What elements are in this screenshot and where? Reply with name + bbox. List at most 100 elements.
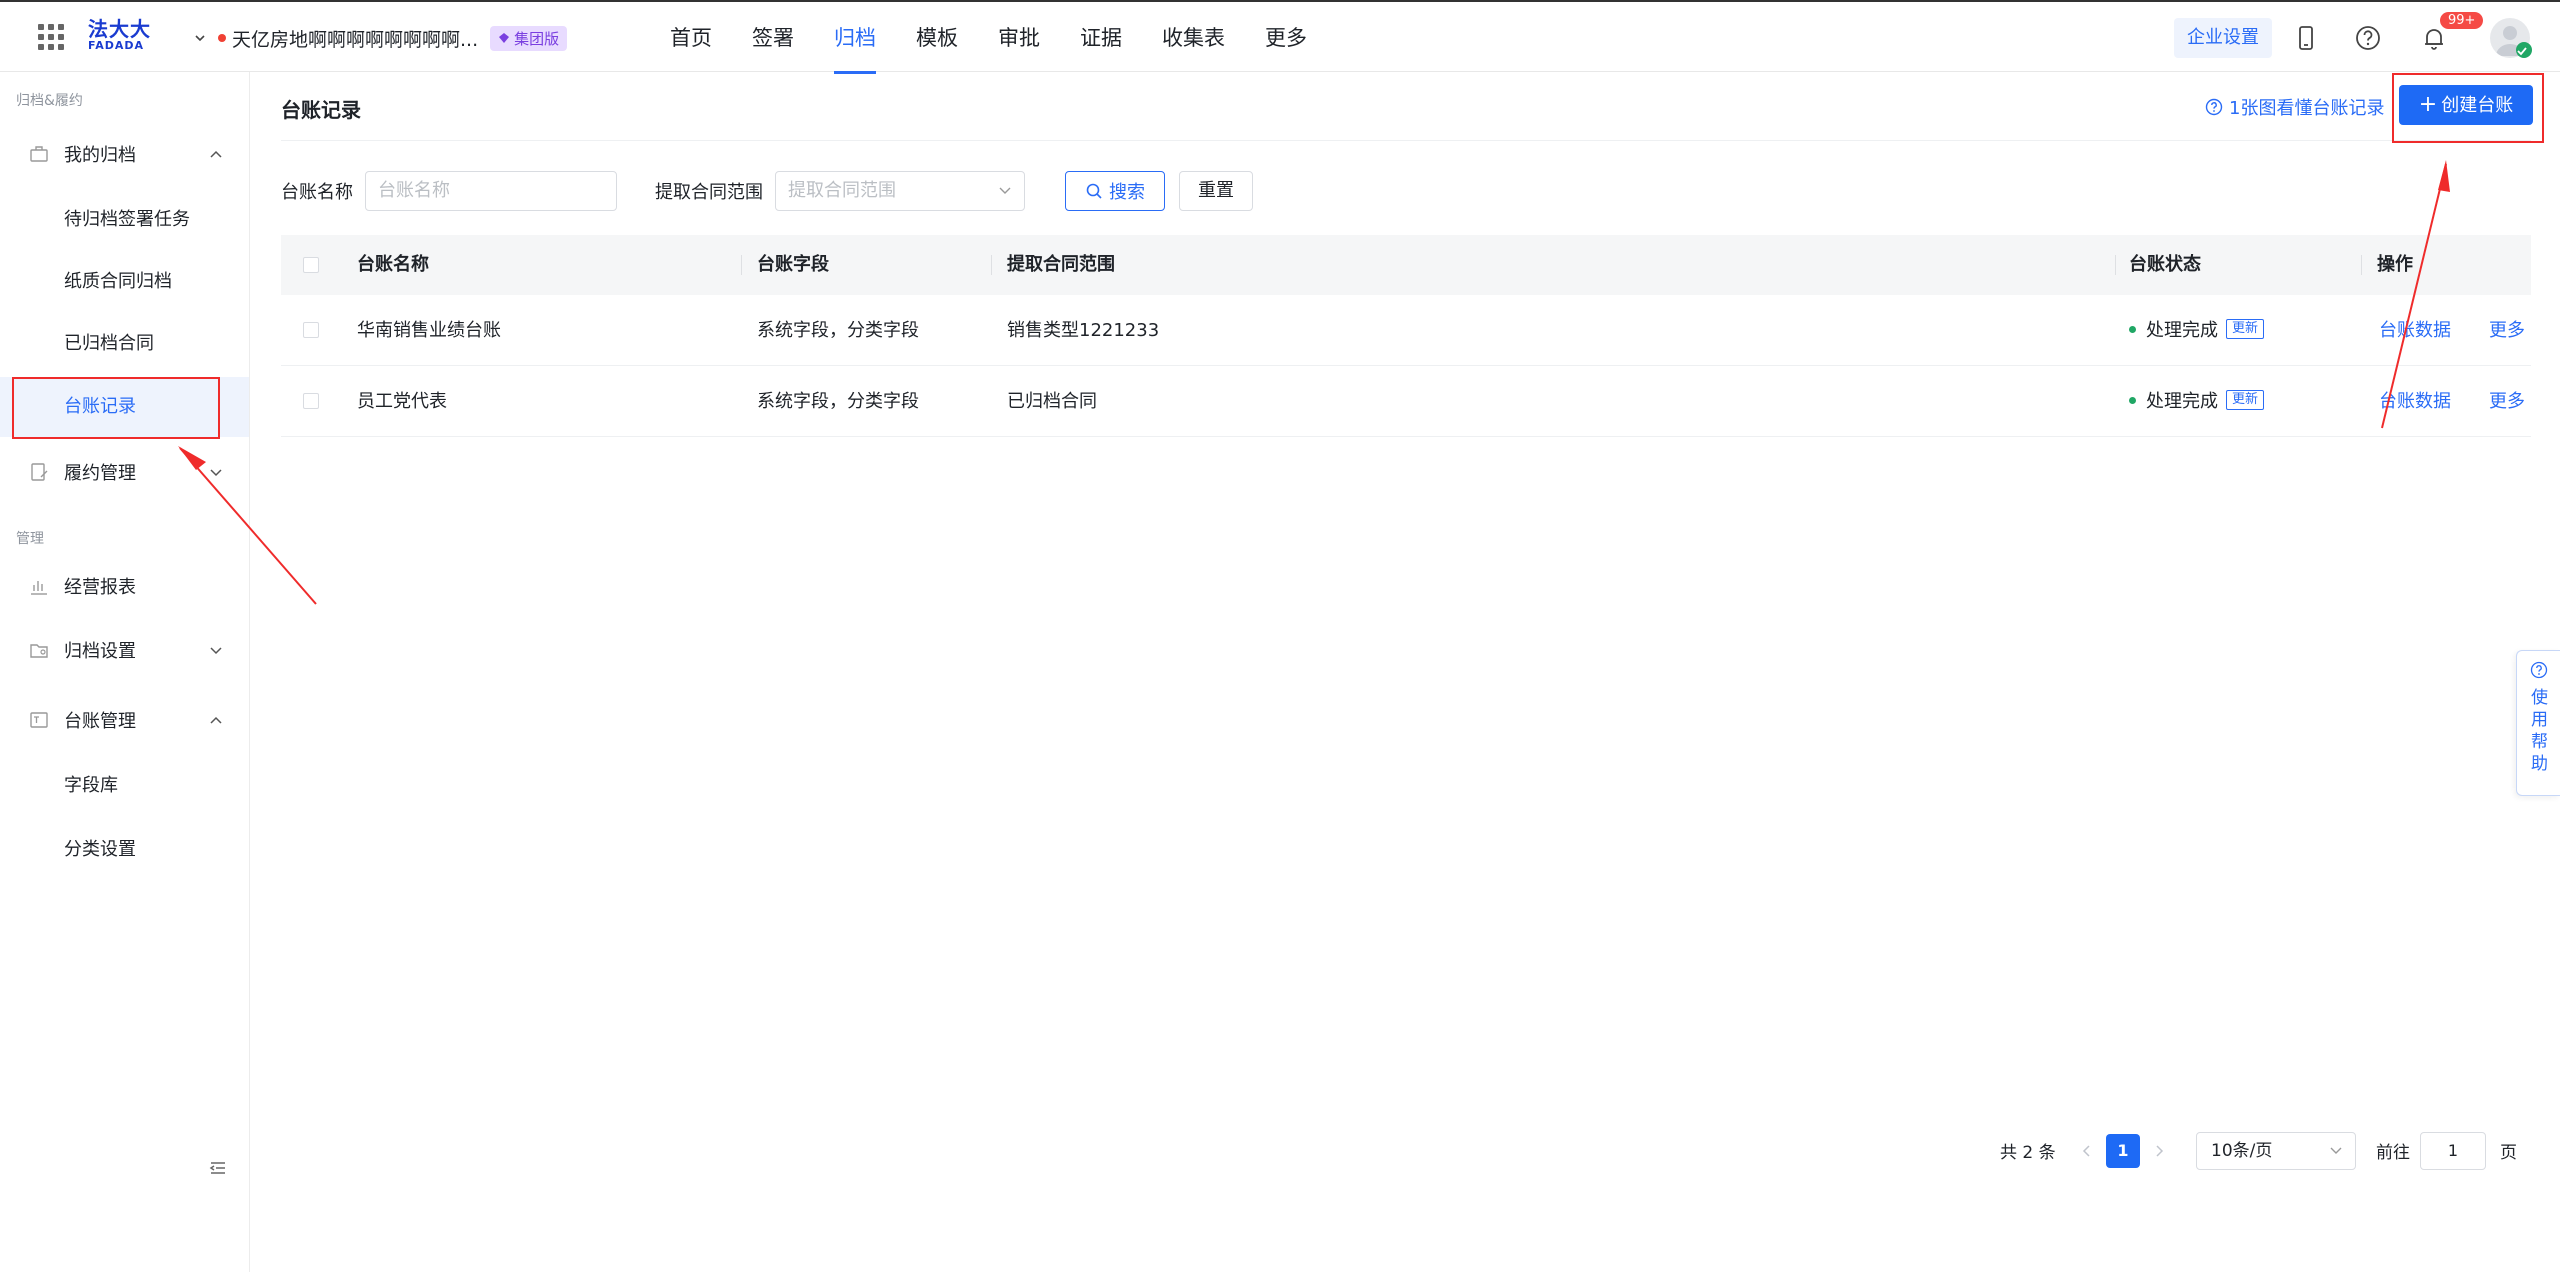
briefcase-icon bbox=[30, 146, 48, 162]
col-divider bbox=[2115, 255, 2116, 275]
filter-range-label: 提取合同范围 bbox=[655, 182, 763, 203]
cell-status: 处理完成 更新 bbox=[2129, 295, 2265, 366]
sidebar-item-label: 台账管理 bbox=[64, 711, 136, 732]
nav-template[interactable]: 模板 bbox=[896, 2, 978, 74]
row-checkbox[interactable] bbox=[303, 322, 319, 338]
contract-range-select[interactable]: 提取合同范围 bbox=[775, 171, 1025, 211]
sidebar-item-performance[interactable]: 履约管理 bbox=[0, 448, 249, 496]
mobile-icon[interactable] bbox=[2292, 24, 2320, 52]
search-button[interactable]: 搜索 bbox=[1065, 171, 1165, 211]
main-content: 台账记录 1张图看懂台账记录 + 创建台账 台账名称 台账名称 提取合同范围 提取… bbox=[251, 72, 2560, 1272]
select-all-checkbox[interactable] bbox=[303, 257, 319, 273]
table-icon bbox=[30, 712, 48, 728]
logo[interactable]: 法大大 FADADA bbox=[88, 18, 152, 56]
page-current[interactable]: 1 bbox=[2106, 1134, 2140, 1168]
help-circle-icon bbox=[2205, 98, 2223, 116]
nav-archive[interactable]: 归档 bbox=[814, 2, 896, 74]
sidebar-item-pending-archive[interactable]: 待归档签署任务 bbox=[0, 190, 249, 250]
filter-name-label: 台账名称 bbox=[281, 182, 353, 203]
col-divider bbox=[741, 255, 742, 275]
cell-name: 员工党代表 bbox=[357, 391, 447, 412]
bar-chart-icon bbox=[31, 581, 47, 595]
chevron-down-icon bbox=[210, 469, 222, 477]
annotation-box-ledger-records bbox=[12, 377, 220, 439]
nav-approval[interactable]: 审批 bbox=[978, 2, 1060, 74]
row-checkbox[interactable] bbox=[303, 393, 319, 409]
sidebar-item-label: 经营报表 bbox=[64, 577, 136, 598]
ledger-data-link[interactable]: 台账数据 bbox=[2379, 366, 2451, 437]
ledger-data-link[interactable]: 台账数据 bbox=[2379, 295, 2451, 366]
chevron-down-icon bbox=[195, 35, 205, 42]
col-header-range: 提取合同范围 bbox=[1007, 254, 1115, 275]
logo-cn: 法大大 bbox=[88, 17, 151, 41]
nav-more[interactable]: 更多 bbox=[1245, 2, 1327, 74]
chevron-down-icon bbox=[999, 187, 1011, 194]
top-bar: 法大大 FADADA 天亿房地啊啊啊啊啊啊啊啊... 集团版 首页 签署 归档 … bbox=[0, 0, 2560, 74]
apps-grid-icon[interactable] bbox=[38, 24, 64, 50]
nav-sign[interactable]: 签署 bbox=[732, 2, 814, 74]
page-unit-label: 页 bbox=[2500, 1143, 2517, 1163]
table-row: 员工党代表 系统字段，分类字段 已归档合同 处理完成 更新 台账数据 更多 bbox=[281, 366, 2531, 437]
col-header-name: 台账名称 bbox=[357, 254, 429, 275]
reset-button[interactable]: 重置 bbox=[1179, 171, 1253, 211]
goto-label: 前往 bbox=[2376, 1143, 2410, 1163]
floating-help-tab[interactable]: 使用帮助 bbox=[2516, 650, 2560, 796]
status-text: 处理完成 bbox=[2146, 391, 2218, 412]
sidebar-section-archive: 归档&履约 bbox=[16, 93, 83, 109]
sidebar-item-label: 归档设置 bbox=[64, 641, 136, 662]
cell-range: 销售类型1221233 bbox=[1007, 320, 1160, 341]
document-edit-icon bbox=[31, 463, 48, 481]
prev-page-icon[interactable] bbox=[2082, 1144, 2092, 1158]
sidebar-item-my-archive[interactable]: 我的归档 bbox=[0, 130, 249, 178]
help-circle-icon[interactable] bbox=[2354, 24, 2382, 52]
status-text: 处理完成 bbox=[2146, 320, 2218, 341]
sidebar-item-reports[interactable]: 经营报表 bbox=[0, 562, 249, 610]
sidebar-item-field-library[interactable]: 字段库 bbox=[0, 756, 249, 816]
col-divider bbox=[991, 255, 992, 275]
enterprise-settings-button[interactable]: 企业设置 bbox=[2174, 18, 2272, 58]
nav-home[interactable]: 首页 bbox=[650, 2, 732, 74]
more-link[interactable]: 更多 bbox=[2489, 366, 2525, 437]
nav-evidence[interactable]: 证据 bbox=[1060, 2, 1142, 74]
org-name: 天亿房地啊啊啊啊啊啊啊啊... bbox=[232, 28, 479, 51]
org-edition-badge: 集团版 bbox=[490, 25, 568, 51]
sidebar-item-label: 履约管理 bbox=[64, 463, 136, 484]
next-page-icon[interactable] bbox=[2154, 1144, 2164, 1158]
col-divider bbox=[2361, 255, 2362, 275]
goto-page-input[interactable]: 1 bbox=[2420, 1132, 2486, 1170]
help-link[interactable]: 1张图看懂台账记录 bbox=[2205, 94, 2384, 120]
bell-icon[interactable] bbox=[2420, 24, 2448, 52]
contract-range-placeholder: 提取合同范围 bbox=[788, 180, 896, 201]
logo-en: FADADA bbox=[88, 39, 145, 52]
update-tag[interactable]: 更新 bbox=[2226, 390, 2265, 410]
help-circle-icon bbox=[2530, 661, 2548, 679]
sidebar-item-paper-archive[interactable]: 纸质合同归档 bbox=[0, 252, 249, 312]
nav-forms[interactable]: 收集表 bbox=[1142, 2, 1245, 74]
status-dot bbox=[2129, 396, 2136, 404]
cell-fields: 系统字段，分类字段 bbox=[757, 391, 919, 412]
collapse-sidebar-icon[interactable] bbox=[208, 1158, 228, 1178]
more-link[interactable]: 更多 bbox=[2489, 295, 2525, 366]
sidebar: 归档&履约 我的归档 待归档签署任务 纸质合同归档 已归档合同 台账记录 履约管… bbox=[0, 72, 250, 1272]
org-status-dot bbox=[218, 34, 226, 42]
update-tag[interactable]: 更新 bbox=[2226, 319, 2265, 339]
folder-settings-icon bbox=[30, 644, 48, 658]
org-switcher[interactable]: 天亿房地啊啊啊啊啊啊啊啊... 集团版 bbox=[194, 24, 568, 52]
search-button-label: 搜索 bbox=[1109, 182, 1145, 203]
sidebar-item-archive-settings[interactable]: 归档设置 bbox=[0, 626, 249, 674]
ledger-name-input[interactable]: 台账名称 bbox=[365, 171, 617, 211]
sidebar-item-archived-contracts[interactable]: 已归档合同 bbox=[0, 314, 249, 374]
cell-status: 处理完成 更新 bbox=[2129, 366, 2265, 437]
page-size-select[interactable]: 10条/页 bbox=[2196, 1132, 2356, 1170]
chevron-up-icon bbox=[210, 716, 222, 724]
sidebar-item-ledger-management[interactable]: 台账管理 bbox=[0, 696, 249, 744]
col-header-fields: 台账字段 bbox=[757, 254, 829, 275]
notification-badge: 99+ bbox=[2440, 12, 2484, 29]
floating-help-label: 使用帮助 bbox=[2531, 688, 2548, 774]
verified-check-icon bbox=[2516, 42, 2532, 58]
help-link-label: 1张图看懂台账记录 bbox=[2229, 98, 2385, 119]
main-nav: 首页 签署 归档 模板 审批 证据 收集表 更多 bbox=[650, 2, 1327, 74]
sidebar-item-category-settings[interactable]: 分类设置 bbox=[0, 820, 249, 880]
page-title: 台账记录 bbox=[281, 98, 361, 122]
table-header: 台账名称 台账字段 提取合同范围 台账状态 操作 bbox=[281, 235, 2531, 295]
